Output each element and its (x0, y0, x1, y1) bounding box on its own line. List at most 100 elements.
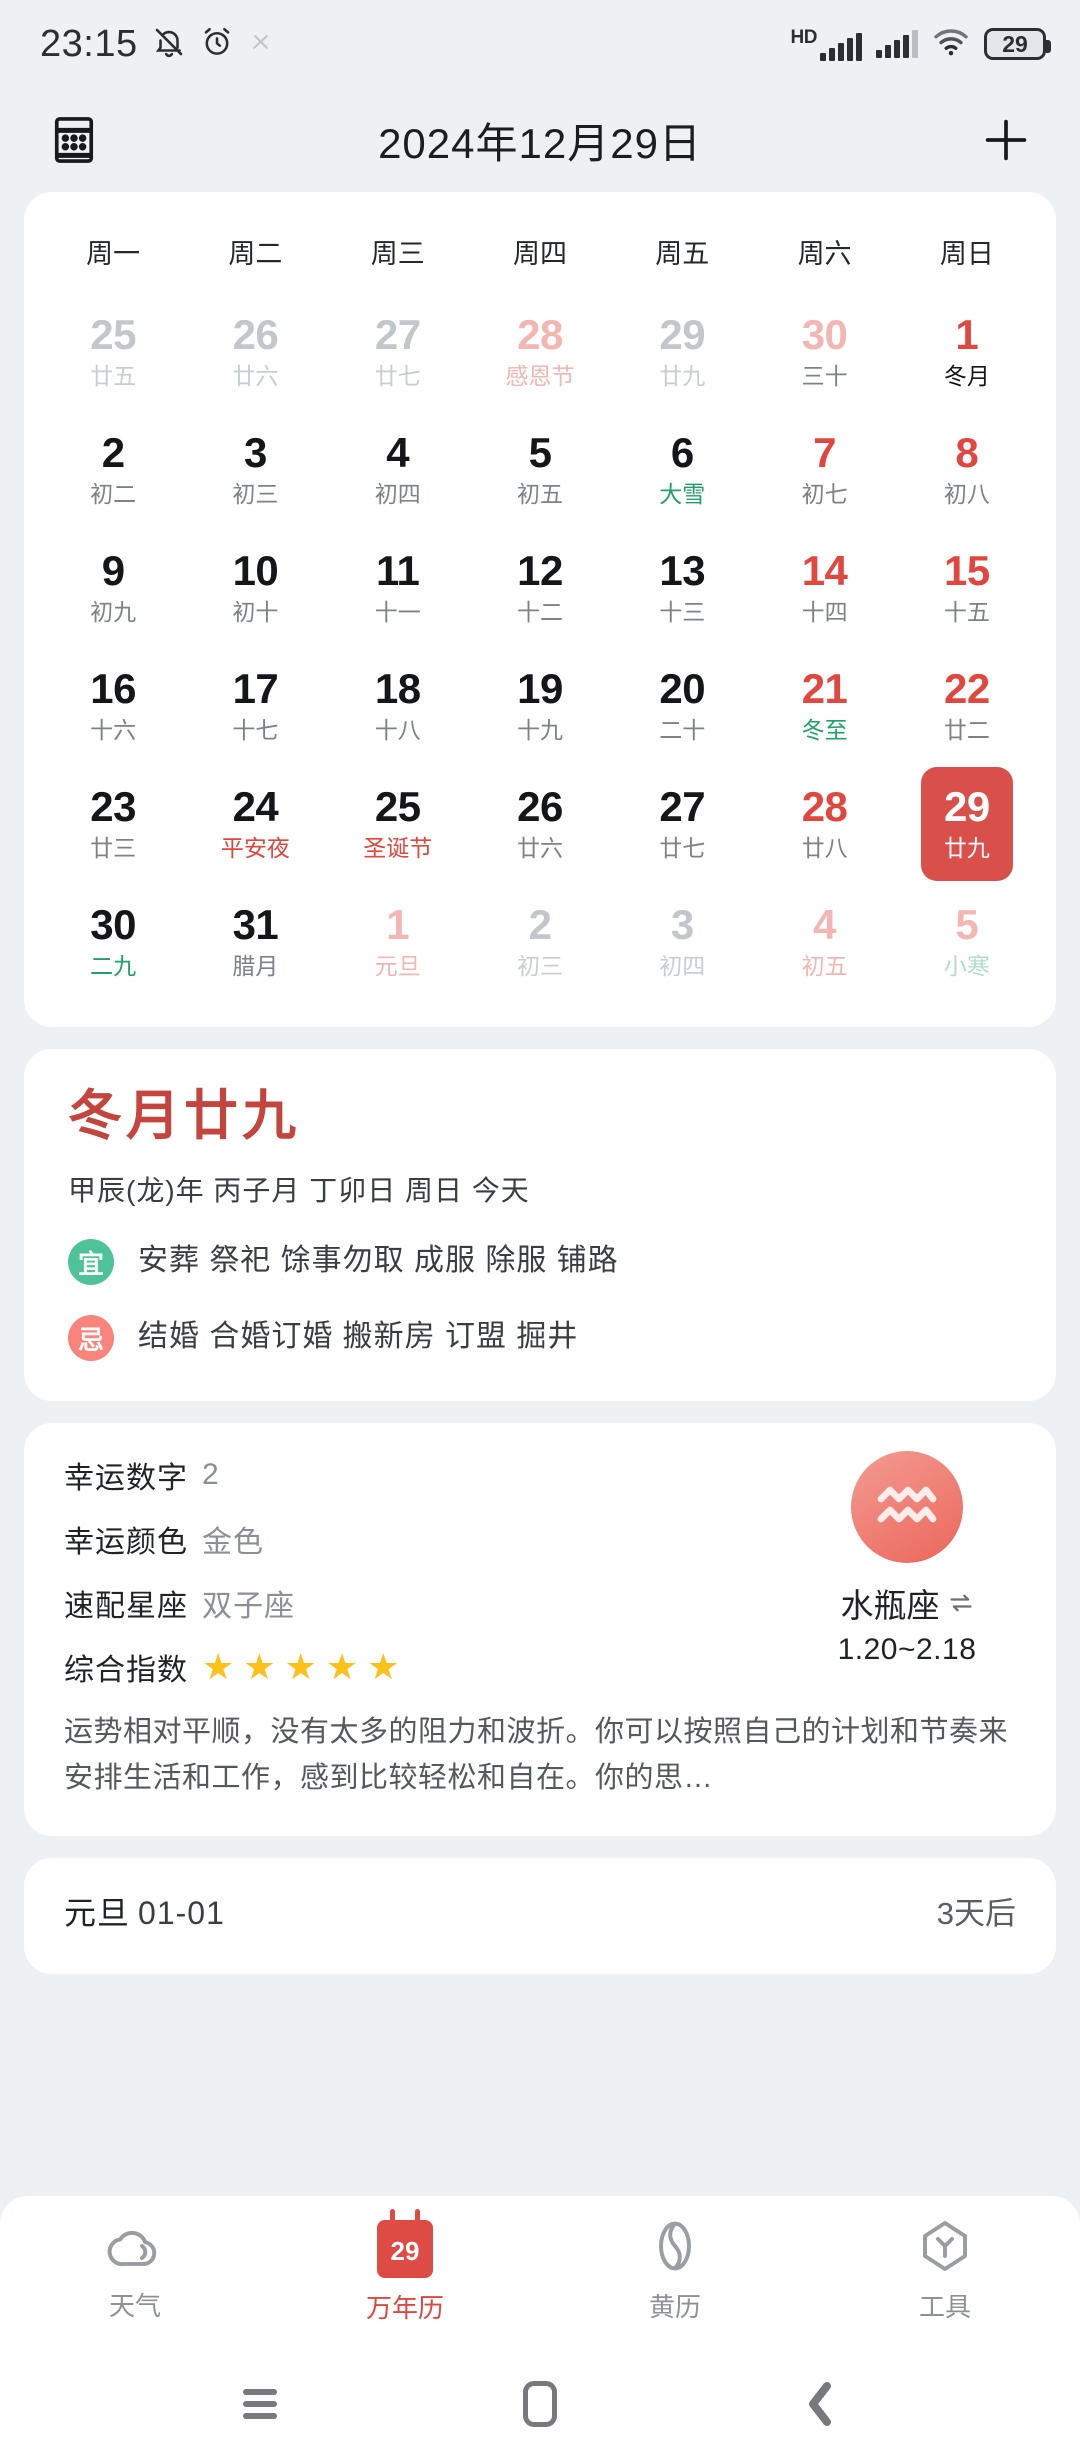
day-solar-number: 24 (232, 782, 279, 830)
calendar-day-cell[interactable]: 25 圣诞节 (327, 765, 469, 883)
calendar-day-cell[interactable]: 8 初八 (896, 411, 1038, 529)
day-lunar-label: 廿五 (90, 362, 137, 389)
calendar-day-cell[interactable]: 6 大雪 (611, 411, 753, 529)
day-lunar-label: 二九 (90, 952, 137, 979)
calendar-day-cell[interactable]: 26 廿六 (469, 765, 611, 883)
zodiac-block[interactable]: 水瓶座 1.20~2.18 (802, 1451, 1012, 1667)
calendar-day-cell[interactable]: 15 十五 (896, 529, 1038, 647)
day-solar-number: 22 (943, 664, 990, 712)
day-solar-number: 27 (659, 782, 706, 830)
day-solar-number: 12 (517, 546, 563, 594)
calendar-day-cell[interactable]: 2 初三 (469, 883, 611, 1001)
weekday-header-row: 周一 周二 周三 周四 周五 周六 周日 (42, 218, 1038, 293)
calendar-day-cell[interactable]: 4 初五 (753, 883, 895, 1001)
day-lunar-label: 初九 (90, 598, 137, 625)
calendar-grid-icon[interactable] (42, 108, 106, 172)
calendar-day-cell[interactable]: 1 冬月 (896, 293, 1038, 411)
day-lunar-label: 腊月 (232, 952, 279, 979)
day-solar-number: 7 (813, 428, 836, 476)
calendar-day-cell[interactable]: 23 廿三 (42, 765, 184, 883)
zodiac-name-row[interactable]: 水瓶座 (841, 1579, 974, 1627)
calendar-day-cell[interactable]: 28 感恩节 (469, 293, 611, 411)
back-chevron-icon[interactable] (785, 2369, 855, 2439)
lucky-number-value: 2 (202, 1458, 220, 1492)
calendar-day-cell[interactable]: 30 二九 (42, 883, 184, 1001)
calendar-day-cell[interactable]: 16 十六 (42, 647, 184, 765)
day-lunar-label: 廿九 (943, 834, 990, 861)
calendar-day-cell[interactable]: 2 初二 (42, 411, 184, 529)
calendar-day-cell[interactable]: 17 十七 (184, 647, 326, 765)
day-lunar-label: 初十 (232, 598, 279, 625)
holiday-name: 元旦 (64, 1894, 131, 1931)
recents-lines-icon[interactable] (225, 2369, 295, 2439)
plus-icon[interactable] (974, 108, 1038, 172)
calendar-day-cell[interactable]: 24 平安夜 (184, 765, 326, 883)
calendar-day-cell[interactable]: 5 小寒 (896, 883, 1038, 1001)
calendar-day-cell[interactable]: 4 初四 (327, 411, 469, 529)
nav-label-huangli: 黄历 (648, 2292, 701, 2322)
calendar-week-row: 23 廿三 24 平安夜 25 圣诞节 26 廿六 27 廿七 28 廿八 29 廿九 (42, 765, 1038, 883)
day-lunar-label: 元旦 (374, 952, 421, 979)
calendar-day-cell[interactable]: 21 冬至 (753, 647, 895, 765)
calendar-day-cell[interactable]: 30 三十 (753, 293, 895, 411)
calendar-day-cell[interactable]: 13 十三 (611, 529, 753, 647)
calendar-day-cell[interactable]: 14 十四 (753, 529, 895, 647)
cloud-icon (107, 2221, 163, 2276)
lunar-detail-card[interactable]: 冬月廿九 甲辰(龙)年 丙子月 丁卯日 周日 今天 宜 安葬 祭祀 馀事勿取 成… (24, 1049, 1056, 1402)
swap-arrows-icon[interactable] (948, 1584, 974, 1622)
calendar-day-cell[interactable]: 10 初十 (184, 529, 326, 647)
ji-row: 忌 结婚 合婚订婚 搬新房 订盟 掘井 (68, 1315, 1012, 1362)
status-bar-right: HD 29 (791, 27, 1051, 62)
tools-icon (919, 2220, 971, 2277)
day-lunar-label: 十六 (90, 716, 137, 743)
nav-item-huangli[interactable]: 黄历 (540, 2220, 810, 2324)
lucky-color-label: 幸运颜色 (64, 1526, 188, 1560)
upcoming-holiday-card[interactable]: 元旦 01-01 3天后 (24, 1857, 1056, 1974)
calendar-day-cell[interactable]: 28 廿八 (753, 765, 895, 883)
calendar-day-cell[interactable]: 31 腊月 (184, 883, 326, 1001)
weekday-header-3: 周四 (512, 239, 567, 269)
aquarius-icon (851, 1451, 963, 1564)
calendar-day-cell[interactable]: 9 初九 (42, 529, 184, 647)
day-lunar-label: 冬月 (943, 362, 990, 389)
day-lunar-label: 廿七 (659, 834, 706, 861)
ganzhi-subtitle: 甲辰(龙)年 丙子月 丁卯日 周日 今天 (68, 1175, 530, 1207)
home-square-icon[interactable] (505, 2369, 575, 2439)
calendar-day-cell[interactable]: 19 十九 (469, 647, 611, 765)
calendar-day-cell[interactable]: 29 廿九 (611, 293, 753, 411)
battery-percent: 29 (1002, 30, 1028, 57)
nav-item-calendar[interactable]: 29 万年历 (270, 2208, 540, 2325)
calendar-day-cell[interactable]: 3 初四 (611, 883, 753, 1001)
calendar-day-cell[interactable]: 26 廿六 (184, 293, 326, 411)
day-solar-number: 29 (943, 782, 990, 830)
calendar-week-row: 2 初二 3 初三 4 初四 5 初五 6 大雪 7 初七 8 初八 (42, 411, 1038, 529)
day-lunar-label: 三十 (801, 362, 848, 389)
calendar-day-cell[interactable]: 27 廿七 (327, 293, 469, 411)
day-solar-number: 1 (955, 310, 979, 358)
weekday-header-5: 周六 (797, 239, 852, 269)
calendar-day-cell[interactable]: 1 元旦 (327, 883, 469, 1001)
calendar-day-cell[interactable]: 20 二十 (611, 647, 753, 765)
weekday-header-0: 周一 (86, 239, 141, 269)
day-solar-number: 9 (101, 546, 125, 594)
calendar-day-cell[interactable]: 22 廿二 (896, 647, 1038, 765)
day-lunar-label: 廿二 (943, 716, 990, 743)
calendar-day-cell[interactable]: 7 初七 (753, 411, 895, 529)
day-solar-number: 2 (528, 900, 552, 948)
calendar-day-cell[interactable]: 29 廿九 (896, 765, 1038, 883)
nav-item-weather[interactable]: 天气 (0, 2221, 270, 2323)
calendar-day-cell[interactable]: 12 十二 (469, 529, 611, 647)
day-lunar-label: 十二 (516, 598, 563, 625)
nav-item-tools[interactable]: 工具 (810, 2220, 1080, 2324)
calendar-day-cell[interactable]: 11 十一 (327, 529, 469, 647)
calendar-day-cell[interactable]: 25 廿五 (42, 293, 184, 411)
fortune-card[interactable]: 幸运数字 2 幸运颜色 金色 速配星座 双子座 综合指数 ★ ★ ★ ★ ★ 运势相对平… (24, 1423, 1056, 1836)
calendar-day-cell[interactable]: 5 初五 (469, 411, 611, 529)
bottom-nav: 天气 29 万年历 黄历 工具 (0, 2196, 1080, 2348)
holiday-countdown: 3天后 (936, 1896, 1016, 1932)
calendar-day-cell[interactable]: 3 初三 (184, 411, 326, 529)
calendar-day-cell[interactable]: 27 廿七 (611, 765, 753, 883)
day-solar-number: 28 (517, 310, 563, 358)
day-lunar-label: 十八 (374, 716, 421, 743)
calendar-day-cell[interactable]: 18 十八 (327, 647, 469, 765)
